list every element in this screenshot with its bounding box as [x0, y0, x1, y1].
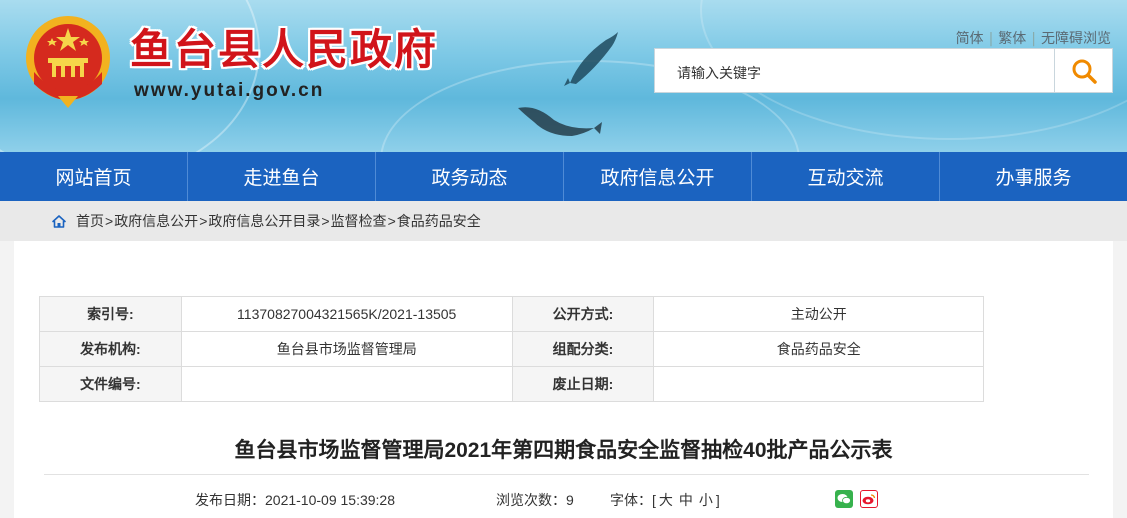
publisher-value: 鱼台县市场监督管理局 — [180, 331, 513, 367]
view-count-label: 浏览次数： — [496, 492, 566, 508]
table-row: 发布机构: 鱼台县市场监督管理局 组配分类: 食品药品安全 — [39, 331, 984, 367]
breadcrumb-disclosure-catalog[interactable]: 政府信息公开目录 — [208, 211, 320, 231]
site-header: 鱼台县人民政府 www.yutai.gov.cn 简体 | 繁体 | 无障碍浏览 请输入… — [0, 0, 1127, 152]
breadcrumb-separator: > — [199, 213, 208, 229]
fish-decoration-icon — [518, 107, 602, 136]
search-icon — [1072, 59, 1097, 84]
nav-item-services[interactable]: 办事服务 — [940, 152, 1127, 201]
expiry-date-value — [653, 366, 984, 402]
site-title: 鱼台县人民政府 — [130, 26, 439, 73]
fish-decoration-icon — [564, 32, 618, 86]
nav-item-home[interactable]: 网站首页 — [0, 152, 188, 201]
font-size-label: 字体：[ — [610, 492, 656, 508]
nav-item-government-news[interactable]: 政务动态 — [376, 152, 564, 201]
breadcrumb-separator: > — [105, 213, 114, 229]
breadcrumb: 首页 > 政府信息公开 > 政府信息公开目录 > 监督检查 > 食品药品安全 — [0, 201, 1127, 241]
font-size-bracket-end: ] — [715, 492, 720, 508]
breadcrumb-information-disclosure[interactable]: 政府信息公开 — [114, 211, 198, 231]
category-label: 组配分类: — [511, 331, 655, 367]
document-number-label: 文件编号: — [39, 366, 182, 402]
disclosure-method-value: 主动公开 — [653, 296, 984, 332]
disclosure-method-label: 公开方式: — [511, 296, 655, 332]
font-size-large-button[interactable]: 大 — [659, 492, 673, 508]
breadcrumb-food-drug-safety[interactable]: 食品药品安全 — [397, 211, 481, 231]
breadcrumb-home[interactable]: 首页 — [76, 211, 104, 231]
wechat-share-icon[interactable] — [835, 490, 853, 508]
nav-item-information-disclosure[interactable]: 政府信息公开 — [564, 152, 752, 201]
publisher-label: 发布机构: — [39, 331, 182, 367]
nav-item-about-yutai[interactable]: 走进鱼台 — [188, 152, 376, 201]
expiry-date-label: 废止日期: — [511, 366, 655, 402]
view-count: 浏览次数：9 — [496, 490, 574, 510]
table-row: 文件编号: 废止日期: — [39, 366, 984, 402]
search-button[interactable] — [1054, 48, 1113, 93]
font-size-medium-button[interactable]: 中 — [679, 492, 693, 508]
index-number-value: 11370827004321565K/2021-13505 — [180, 296, 513, 332]
breadcrumb-separator: > — [387, 213, 396, 229]
document-metadata-table: 索引号: 11370827004321565K/2021-13505 公开方式:… — [39, 296, 984, 402]
content-panel: 索引号: 11370827004321565K/2021-13505 公开方式:… — [14, 241, 1113, 518]
traditional-chinese-link[interactable]: 繁体 — [998, 31, 1026, 47]
document-number-value — [180, 366, 513, 402]
nav-item-interaction[interactable]: 互动交流 — [752, 152, 940, 201]
publish-date-label: 发布日期： — [195, 492, 265, 508]
index-number-label: 索引号: — [39, 296, 182, 332]
font-size-small-button[interactable]: 小 — [699, 492, 713, 508]
publish-date: 发布日期：2021-10-09 15:39:28 — [195, 490, 395, 510]
article-title: 鱼台县市场监督管理局2021年第四期食品安全监督抽检40批产品公示表 — [234, 439, 893, 462]
publish-date-value: 2021-10-09 15:39:28 — [265, 492, 395, 508]
accessibility-link[interactable]: 无障碍浏览 — [1041, 31, 1111, 47]
top-links: 简体 | 繁体 | 无障碍浏览 — [955, 31, 1111, 47]
divider — [44, 474, 1089, 475]
font-size-switcher: 字体：[大中小] — [610, 490, 720, 510]
simplified-chinese-link[interactable]: 简体 — [956, 31, 984, 47]
main-navigation: 网站首页 走进鱼台 政务动态 政府信息公开 互动交流 办事服务 — [0, 152, 1127, 201]
weibo-share-icon[interactable] — [860, 490, 878, 508]
search-input[interactable]: 请输入关键字 — [654, 48, 1055, 93]
home-icon — [52, 214, 66, 228]
national-emblem-icon — [26, 16, 110, 108]
table-row: 索引号: 11370827004321565K/2021-13505 公开方式:… — [39, 296, 984, 332]
category-value: 食品药品安全 — [653, 331, 984, 367]
breadcrumb-supervision[interactable]: 监督检查 — [331, 211, 387, 231]
site-url: www.yutai.gov.cn — [134, 80, 325, 101]
view-count-value: 9 — [566, 492, 574, 508]
breadcrumb-separator: > — [321, 213, 330, 229]
